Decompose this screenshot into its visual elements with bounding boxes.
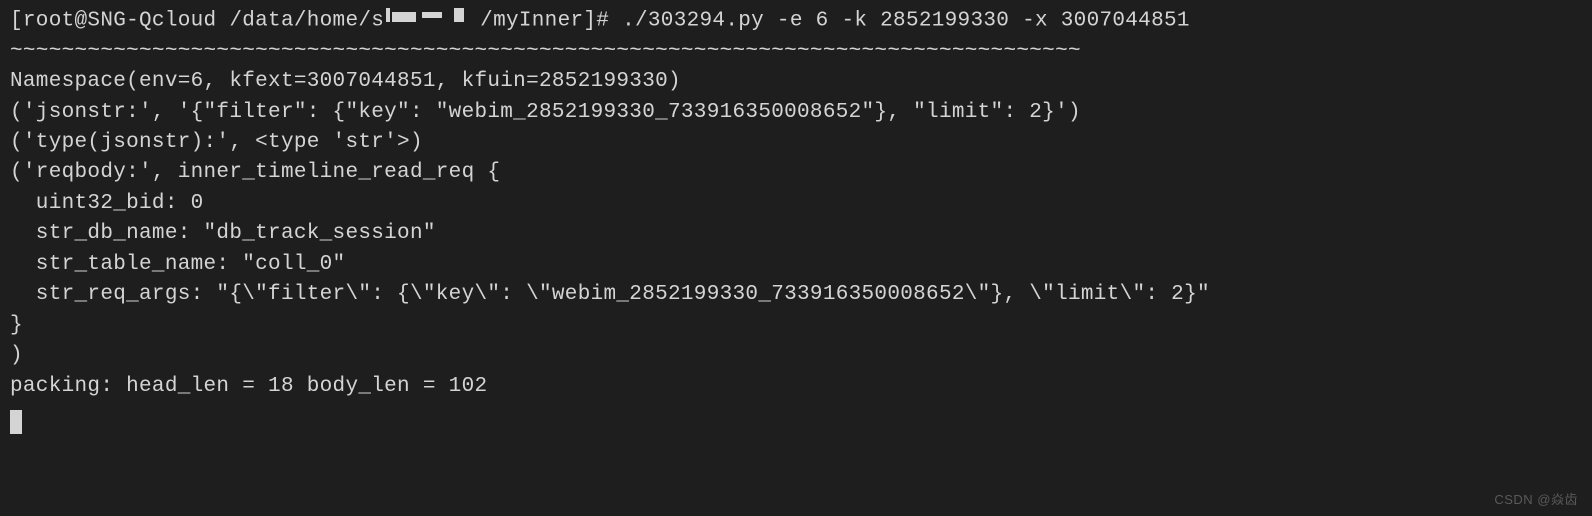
watermark-text: CSDN @焱齿 [1494, 491, 1578, 510]
close-brace-line: } [10, 311, 1582, 341]
close-paren-line: ) [10, 341, 1582, 371]
type-jsonstr-line: ('type(jsonstr):', <type 'str'>) [10, 128, 1582, 158]
jsonstr-line: ('jsonstr:', '{"filter": {"key": "webim_… [10, 98, 1582, 128]
reqbody-open-line: ('reqbody:', inner_timeline_read_req { [10, 158, 1582, 188]
prompt-suffix: /myInner]# [480, 9, 609, 32]
terminal-cursor-line[interactable] [10, 402, 1582, 438]
str-table-name-line: str_table_name: "coll_0" [10, 250, 1582, 280]
redacted-path [384, 4, 480, 35]
cursor-icon [10, 410, 22, 434]
separator-line: ~~~~~~~~~~~~~~~~~~~~~~~~~~~~~~~~~~~~~~~~… [10, 37, 1582, 67]
namespace-line: Namespace(env=6, kfext=3007044851, kfuin… [10, 67, 1582, 97]
packing-line: packing: head_len = 18 body_len = 102 [10, 372, 1582, 402]
uint32-bid-line: uint32_bid: 0 [10, 189, 1582, 219]
command-prompt-line[interactable]: [root@SNG-Qcloud /data/home/s/myInner]# … [10, 4, 1582, 37]
command-text: ./303294.py -e 6 -k 2852199330 -x 300704… [609, 9, 1190, 32]
str-req-args-line: str_req_args: "{\"filter\": {\"key\": \"… [10, 280, 1582, 310]
prompt-prefix: [root@SNG-Qcloud /data/home/s [10, 9, 384, 32]
str-db-name-line: str_db_name: "db_track_session" [10, 219, 1582, 249]
